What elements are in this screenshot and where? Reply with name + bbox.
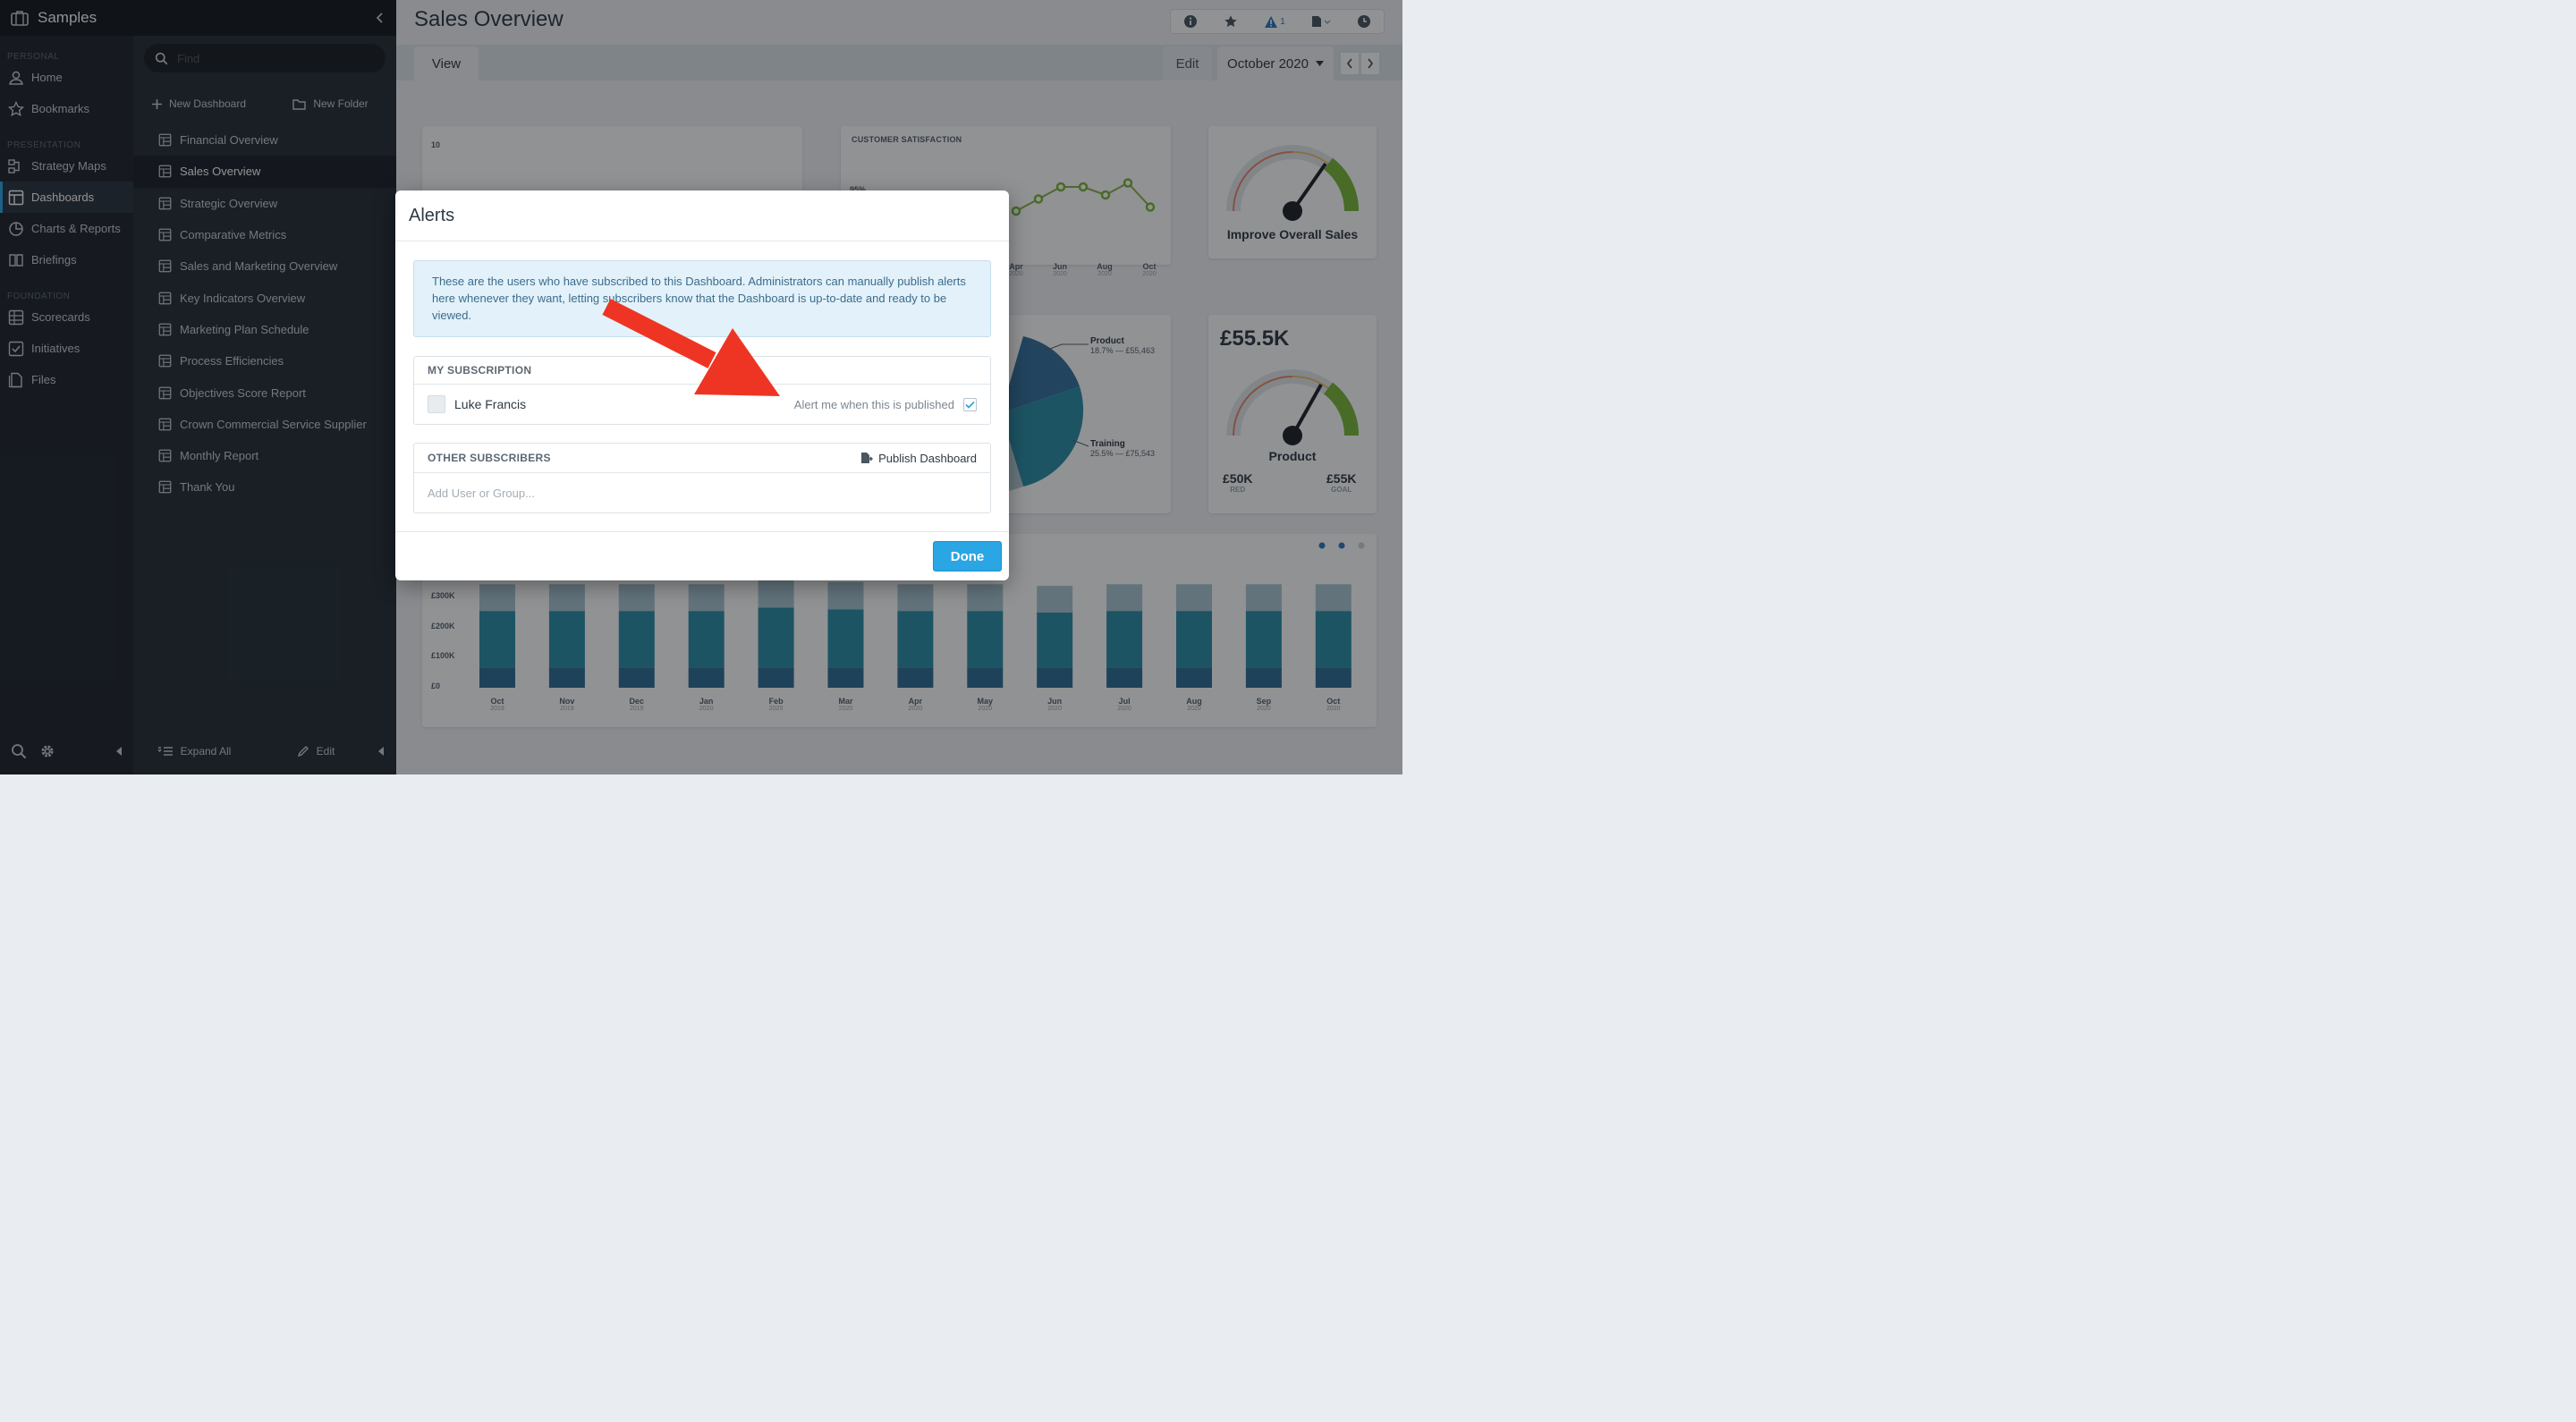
user-name: Luke Francis [454, 397, 527, 411]
modal-title: Alerts [409, 205, 455, 225]
publish-label: Publish Dashboard [878, 451, 977, 465]
modal-footer-divider [395, 531, 1009, 532]
alerts-modal: Alerts These are the users who have subs… [395, 190, 1009, 580]
checkmark-icon [965, 401, 975, 409]
alert-toggle[interactable]: Alert me when this is published [793, 397, 977, 411]
subscription-row: Luke Francis Alert me when this is publi… [414, 385, 990, 424]
add-user-placeholder: Add User or Group... [428, 486, 535, 500]
done-button[interactable]: Done [933, 541, 1002, 571]
publish-icon [861, 453, 874, 463]
add-user-field[interactable]: Add User or Group... [414, 473, 990, 512]
other-subscribers-section: OTHER SUBSCRIBERS Publish Dashboard Add … [413, 443, 991, 513]
modal-header: Alerts [395, 190, 1009, 241]
avatar [428, 395, 445, 413]
alert-label: Alert me when this is published [793, 397, 954, 411]
alert-checkbox[interactable] [963, 397, 977, 411]
other-subscribers-title: OTHER SUBSCRIBERS [428, 452, 551, 464]
info-box: These are the users who have subscribed … [413, 260, 991, 337]
publish-dashboard-button[interactable]: Publish Dashboard [860, 452, 977, 465]
other-subscribers-header: OTHER SUBSCRIBERS Publish Dashboard [414, 444, 990, 473]
my-subscription-header: MY SUBSCRIPTION [414, 357, 990, 385]
my-subscription-section: MY SUBSCRIPTION Luke Francis Alert me wh… [413, 356, 991, 425]
